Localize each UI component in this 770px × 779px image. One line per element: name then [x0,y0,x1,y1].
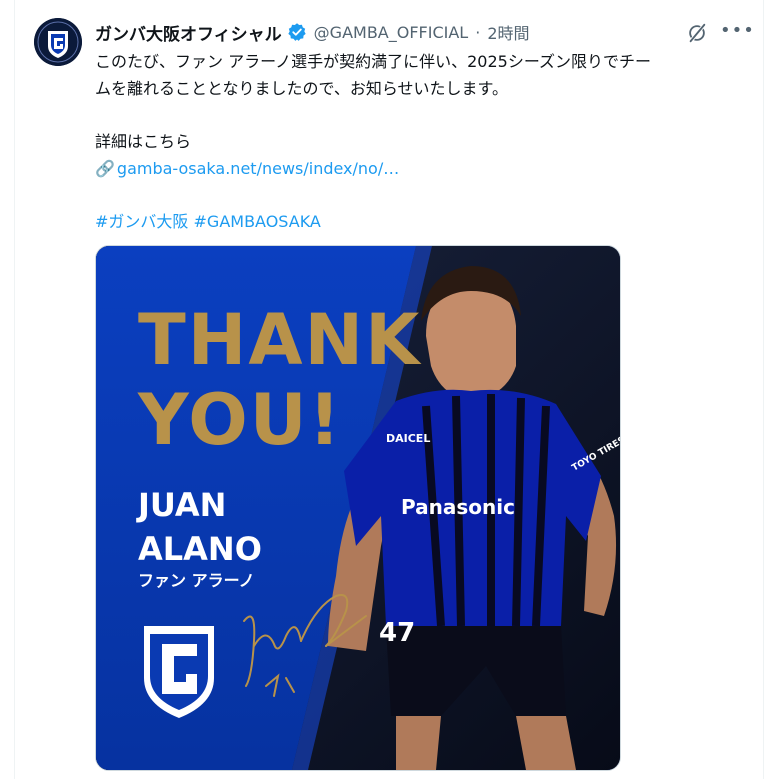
thank-you-line2: YOU! [137,379,342,461]
link-chain-icon: 🔗 [95,159,115,178]
text-spacer [95,182,750,208]
hashtag-link[interactable]: #ガンバ大阪 [95,212,188,231]
player-kana-name: ファン アラーノ [138,571,255,590]
display-name[interactable]: ガンバ大阪オフィシャル [95,20,282,45]
player-last-name: ALANO [138,530,262,568]
hashtag-link[interactable]: #GAMBAOSAKA [194,212,321,231]
player-first-name: JUAN [136,486,226,524]
news-link-text[interactable]: gamba-osaka.net/news/index/no/… [117,159,399,178]
verified-badge-icon [288,23,306,41]
handle[interactable]: @GAMBA_OFFICIAL [314,23,469,42]
jersey-brand: DAICEL [386,432,430,445]
grok-icon[interactable] [686,22,708,44]
jersey-sponsor: Panasonic [401,495,515,519]
tweet-image[interactable]: Panasonic DAICEL TOYO TIRES 47 THANK YOU… [95,245,621,771]
shirt-number: 47 [379,618,415,648]
avatar[interactable] [34,18,82,66]
news-link[interactable]: 🔗 gamba-osaka.net/news/index/no/… [95,155,750,182]
tweet-text-line2: ムを離れることとなりましたので、お知らせいたします。 [95,79,508,98]
details-label: 詳細はこちら [95,132,192,151]
timestamp[interactable]: 2時間 [487,20,529,44]
tweet-header: ガンバ大阪オフィシャル @GAMBA_OFFICIAL · 2時間 [95,20,530,45]
thank-you-line1: THANK [138,299,422,381]
hashtags: #ガンバ大阪 #GAMBAOSAKA [95,208,750,235]
tweet-text-line1: このたび、ファン アラーノ選手が契約満了に伴い、2025シーズン限りでチー [95,52,652,71]
tweet-text: このたび、ファン アラーノ選手が契約満了に伴い、2025シーズン限りでチー ムを… [95,48,750,235]
text-spacer [95,102,750,128]
separator: · [475,22,481,42]
more-options-icon[interactable]: ••• [720,20,754,42]
